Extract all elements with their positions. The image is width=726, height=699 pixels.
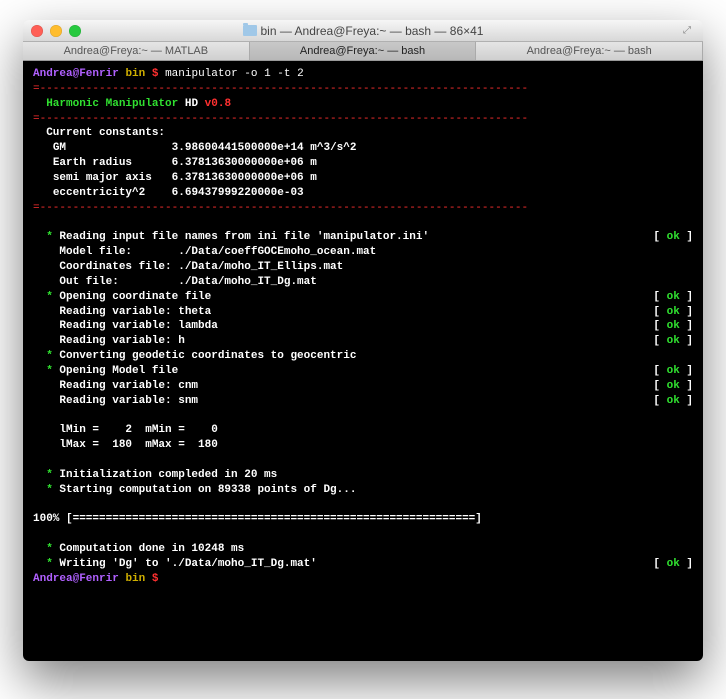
tab-matlab[interactable]: Andrea@Freya:~ — MATLAB: [23, 42, 250, 60]
terminal-window: bin — Andrea@Freya:~ — bash — 86×41 ⤢ An…: [23, 20, 703, 661]
close-button[interactable]: [31, 25, 43, 37]
tab-bar: Andrea@Freya:~ — MATLAB Andrea@Freya:~ —…: [23, 42, 703, 61]
zoom-button[interactable]: [69, 25, 81, 37]
tab-bash-2[interactable]: Andrea@Freya:~ — bash: [476, 42, 703, 60]
terminal-content[interactable]: Andrea@Fenrir bin $ manipulator -o 1 -t …: [23, 61, 703, 661]
window-title: bin — Andrea@Freya:~ — bash — 86×41: [23, 24, 703, 38]
window-title-text: bin — Andrea@Freya:~ — bash — 86×41: [261, 24, 484, 38]
fullscreen-icon[interactable]: ⤢: [683, 25, 695, 37]
tab-bash-1[interactable]: Andrea@Freya:~ — bash: [250, 42, 477, 60]
folder-icon: [243, 25, 257, 36]
traffic-lights: [31, 25, 81, 37]
titlebar[interactable]: bin — Andrea@Freya:~ — bash — 86×41 ⤢: [23, 20, 703, 42]
minimize-button[interactable]: [50, 25, 62, 37]
